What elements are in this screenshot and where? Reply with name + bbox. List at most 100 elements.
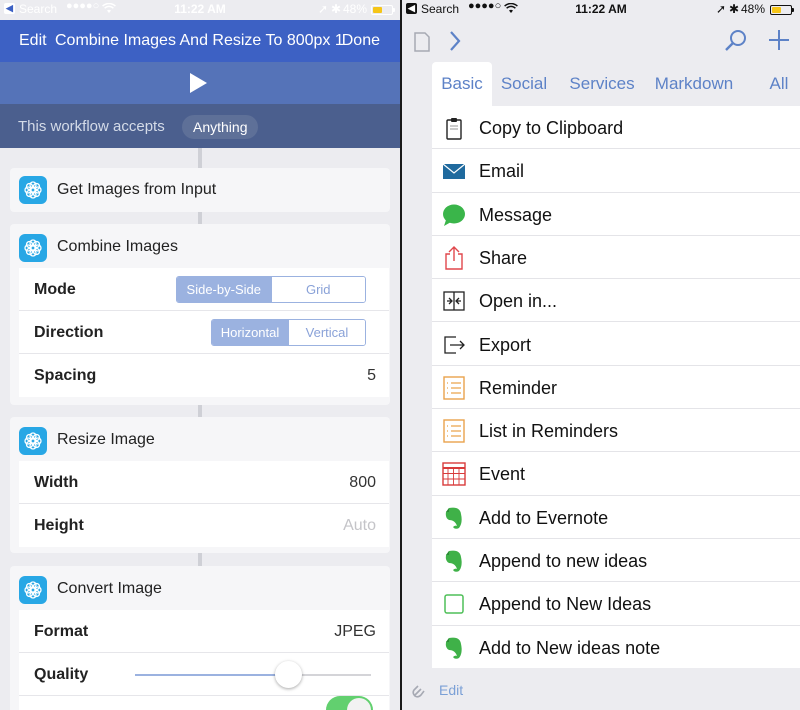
email-icon (442, 163, 466, 180)
evernote-icon (445, 507, 462, 529)
action-label: Append to New Ideas (479, 594, 652, 615)
action-row[interactable]: List in Reminders (432, 409, 800, 453)
action-row[interactable]: Reminder (432, 366, 800, 410)
library-bottom-bar: Edit (402, 668, 800, 710)
battery-percent: 48% (741, 2, 766, 16)
action-library-panel: ◀ Search ●●●●○ 11:22 AM ➚ ✱ 48% Basic So… (402, 0, 800, 710)
status-bar: ◀ Search ●●●●○ 11:22 AM ➚ ✱ 48% (402, 0, 800, 20)
action-row[interactable]: Append to New Ideas (432, 582, 800, 626)
location-icon: ➚ (716, 2, 727, 16)
segment-side-by-side[interactable]: Side-by-Side (177, 277, 271, 302)
action-label: Share (479, 247, 528, 268)
action-row[interactable]: Email (432, 149, 800, 193)
width-value[interactable]: 800 (349, 474, 376, 492)
direction-segmented-control[interactable]: Horizontal Vertical (211, 319, 366, 346)
action-row[interactable]: Export (432, 323, 800, 366)
action-label: Export (479, 334, 532, 355)
open-in-icon (443, 291, 465, 311)
card-parameters: Format JPEG Quality (19, 610, 389, 710)
action-row[interactable]: Event (432, 452, 800, 496)
action-card-combine-images[interactable]: Combine Images Mode Side-by-Side Grid Di… (10, 224, 390, 405)
action-card-resize-image[interactable]: Resize Image Width 800 Height Auto (10, 417, 390, 553)
tab-all[interactable]: All (762, 62, 796, 106)
link-icon[interactable] (412, 678, 432, 698)
action-card-get-images[interactable]: Get Images from Input (10, 168, 390, 212)
workflow-title[interactable]: Combine Images And Resize To 800px 1 (55, 32, 344, 50)
format-value[interactable]: JPEG (334, 623, 376, 641)
accepts-type-pill[interactable]: Anything (182, 115, 259, 139)
param-label: Mode (34, 281, 76, 298)
action-label: List in Reminders (479, 421, 619, 442)
add-icon[interactable] (768, 29, 790, 51)
tab-basic[interactable]: Basic (432, 62, 492, 106)
action-label: Open in... (479, 291, 558, 312)
checkbox-icon (444, 594, 464, 615)
message-icon (443, 204, 465, 226)
evernote-icon (445, 550, 462, 572)
tab-markdown[interactable]: Markdown (650, 62, 738, 106)
action-row[interactable]: Add to New ideas note (432, 626, 800, 669)
toggle-knob (347, 698, 371, 710)
play-icon[interactable] (190, 73, 207, 93)
workflow-accepts-bar: This workflow accepts Anything (0, 104, 400, 148)
workflow-navbar: Edit Combine Images And Resize To 800px … (0, 20, 400, 62)
bluetooth-icon: ✱ (331, 2, 342, 16)
connector-line (198, 553, 202, 566)
workflow-editor-panel: ◀ Search ●●●●○ 11:22 AM ➚ ✱ 48% Edit Com… (0, 0, 400, 710)
flower-icon (19, 576, 47, 604)
mode-segmented-control[interactable]: Side-by-Side Grid (176, 276, 366, 303)
height-row[interactable]: Height Auto (19, 504, 389, 547)
card-parameters: Mode Side-by-Side Grid Direction Horizon… (19, 268, 389, 397)
segment-horizontal[interactable]: Horizontal (212, 320, 288, 345)
quality-slider[interactable] (135, 661, 371, 688)
action-row[interactable]: Add to Evernote (432, 496, 800, 539)
chevron-right-icon[interactable] (448, 30, 462, 52)
tab-social[interactable]: Social (495, 62, 553, 106)
document-icon[interactable] (414, 32, 430, 52)
metadata-toggle[interactable] (326, 696, 373, 710)
action-card-convert-image[interactable]: Convert Image Format JPEG Quality (10, 566, 390, 710)
card-title: Get Images from Input (57, 181, 217, 198)
bluetooth-icon: ✱ (729, 2, 740, 16)
library-navbar (402, 20, 800, 62)
category-tabs: Basic Social Services Markdown All (432, 62, 800, 106)
action-row[interactable]: Append to new ideas (432, 539, 800, 583)
quality-slider-thumb[interactable] (275, 661, 303, 688)
evernote-icon (445, 637, 462, 659)
done-button[interactable]: Done (342, 32, 380, 50)
height-placeholder[interactable]: Auto (343, 517, 376, 535)
edit-button[interactable]: Edit (439, 682, 463, 698)
metadata-row (19, 696, 389, 710)
segment-grid[interactable]: Grid (270, 277, 365, 302)
action-row[interactable]: Share (432, 236, 800, 280)
flower-icon (19, 176, 47, 204)
action-row[interactable]: Message (432, 193, 800, 236)
format-row[interactable]: Format JPEG (19, 610, 389, 653)
search-icon[interactable] (724, 29, 748, 53)
action-label: Message (479, 204, 553, 225)
action-row[interactable]: Copy to Clipboard (432, 106, 800, 150)
action-label: Add to Evernote (479, 507, 609, 528)
run-bar (0, 62, 400, 104)
action-row[interactable]: Open in... (432, 279, 800, 323)
tab-services[interactable]: Services (562, 62, 642, 106)
list-reminders-icon (443, 419, 465, 443)
action-label: Add to New ideas note (479, 637, 661, 658)
width-row[interactable]: Width 800 (19, 461, 389, 504)
action-label: Append to new ideas (479, 551, 648, 571)
param-label: Direction (34, 324, 104, 341)
flower-icon (19, 234, 47, 262)
segment-vertical[interactable]: Vertical (288, 320, 365, 345)
accepts-label: This workflow accepts (18, 118, 165, 135)
action-label: Reminder (479, 377, 558, 398)
edit-button[interactable]: Edit (19, 32, 47, 50)
spacing-row[interactable]: Spacing 5 (19, 354, 389, 397)
param-label: Quality (34, 666, 89, 683)
spacing-value[interactable]: 5 (367, 367, 376, 385)
param-label: Width (34, 474, 79, 491)
direction-row: Direction Horizontal Vertical (19, 311, 389, 354)
status-bar: ◀ Search ●●●●○ 11:22 AM ➚ ✱ 48% (0, 0, 400, 20)
action-label: Email (479, 161, 525, 182)
card-parameters: Width 800 Height Auto (19, 461, 389, 547)
param-label: Spacing (34, 367, 97, 384)
